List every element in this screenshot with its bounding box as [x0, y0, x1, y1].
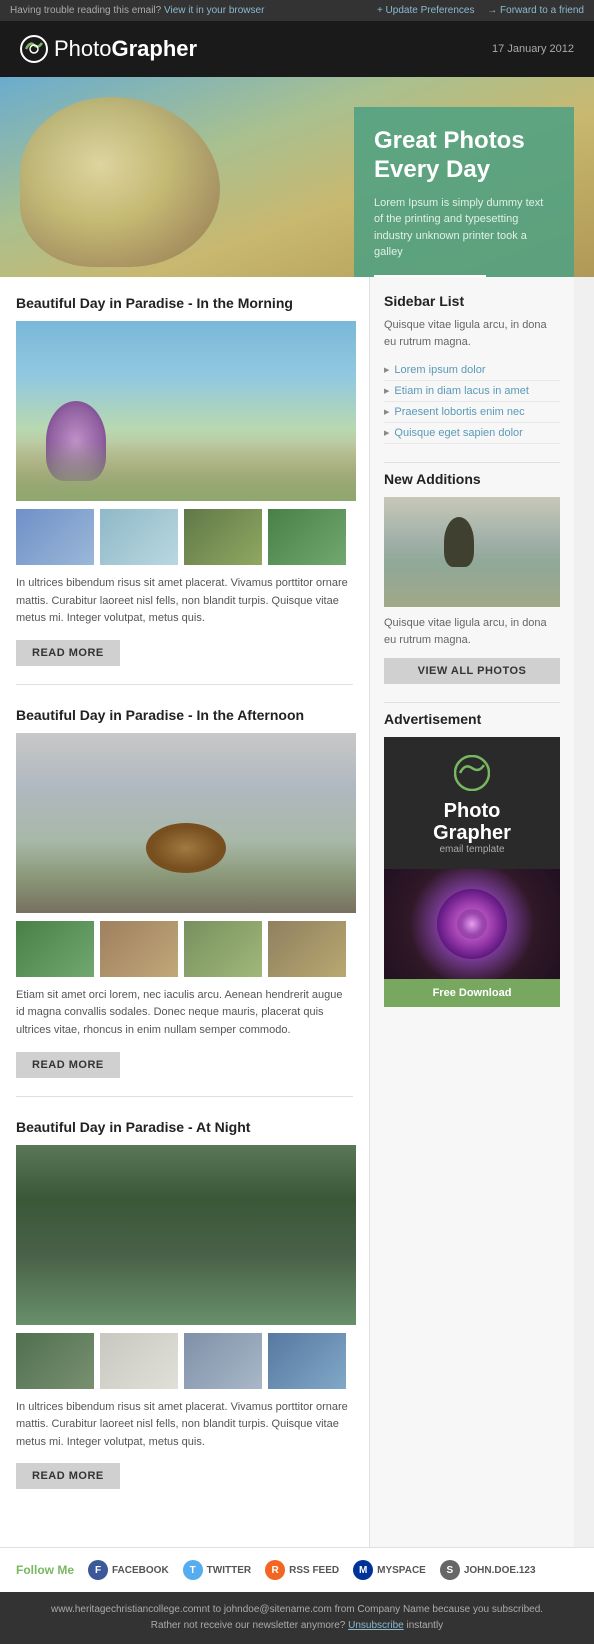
footer-social: Follow Me f FACEBOOK t TWITTER r RSS FEE… [0, 1547, 594, 1592]
thumbnail-11[interactable] [184, 1333, 262, 1389]
thumbnail-6[interactable] [100, 921, 178, 977]
hero-banner: Great Photos Every Day Lorem Ipsum is si… [0, 77, 594, 277]
article-night: Beautiful Day in Paradise - At Night In … [16, 1119, 353, 1508]
content-area: Beautiful Day in Paradise - In the Morni… [0, 277, 594, 1547]
afternoon-photo-image [16, 733, 356, 913]
divider-2 [384, 702, 560, 703]
article-morning-body: In ultrices bibendum risus sit amet plac… [16, 575, 353, 628]
thumbnail-4[interactable] [268, 509, 346, 565]
article-afternoon-thumbnails [16, 921, 353, 977]
logo-icon [20, 35, 48, 63]
social-rss[interactable]: r RSS FEED [265, 1560, 339, 1580]
bottom-bar: www.heritagechristiancollege.comnt to jo… [0, 1592, 594, 1644]
list-item-3[interactable]: Praesent lobortis enim nec [384, 402, 560, 423]
social-facebook[interactable]: f FACEBOOK [88, 1560, 169, 1580]
ad-box: PhotoGrapher email template [384, 737, 560, 869]
myspace-icon: m [353, 1560, 373, 1580]
view-in-browser-link[interactable]: View it in your browser [164, 5, 264, 16]
list-item-4[interactable]: Quisque eget sapien dolor [384, 423, 560, 444]
morning-photo-image [16, 321, 356, 501]
ad-box-subtitle: email template [396, 844, 548, 855]
article-afternoon-main-photo [16, 733, 356, 913]
divider-1 [384, 462, 560, 463]
advertisement-title: Advertisement [384, 711, 560, 727]
sidebar-list: Lorem ipsum dolor Etiam in diam lacus in… [384, 360, 560, 444]
bottom-unsub-prefix: Rather not receive our newsletter anymor… [151, 1620, 346, 1631]
social-twitter[interactable]: t TWITTER [183, 1560, 251, 1580]
ad-logo-icon [454, 755, 490, 791]
ad-free-download-button[interactable]: Free Download [384, 979, 560, 1007]
article-night-body: In ultrices bibendum risus sit amet plac… [16, 1399, 353, 1452]
thumbnail-12[interactable] [268, 1333, 346, 1389]
forward-link[interactable]: → Forward to a friend [487, 5, 584, 16]
bottom-address: www.heritagechristiancollege.com [51, 1604, 202, 1615]
ad-box-title: PhotoGrapher [396, 800, 548, 844]
logo: PhotoGrapher [20, 35, 197, 63]
thumbnail-10[interactable] [100, 1333, 178, 1389]
article-night-thumbnails [16, 1333, 353, 1389]
social-myspace[interactable]: m MYSPACE [353, 1560, 426, 1580]
article-morning-title: Beautiful Day in Paradise - In the Morni… [16, 295, 353, 311]
new-additions-photo [384, 497, 560, 607]
article-afternoon-title: Beautiful Day in Paradise - In the After… [16, 707, 353, 723]
ad-camera-image [384, 869, 560, 979]
main-wrapper: Beautiful Day in Paradise - In the Morni… [0, 277, 594, 1592]
thumbnail-1[interactable] [16, 509, 94, 565]
hero-description: Lorem Ipsum is simply dummy text of the … [374, 195, 554, 261]
header: PhotoGrapher 17 January 2012 [0, 21, 594, 77]
article-night-read-more-button[interactable]: READ More [16, 1463, 120, 1489]
right-column: Sidebar List Quisque vitae ligula arcu, … [370, 277, 574, 1547]
article-morning-read-more-button[interactable]: READ MORE [16, 640, 120, 666]
thumbnail-2[interactable] [100, 509, 178, 565]
sidebar-list-section: Sidebar List Quisque vitae ligula arcu, … [384, 293, 560, 444]
bottom-unsub-suffix: instantly [407, 1620, 444, 1631]
thumbnail-8[interactable] [268, 921, 346, 977]
article-morning-thumbnails [16, 509, 353, 565]
email-social-icon: s [440, 1560, 460, 1580]
new-additions-title: New Additions [384, 471, 560, 487]
trouble-text: Having trouble reading this email? View … [10, 5, 264, 16]
bottom-sent-text: nt to johndoe@sitename.com from Company … [202, 1604, 543, 1615]
thumbnail-3[interactable] [184, 509, 262, 565]
view-all-photos-button[interactable]: VIEW ALL PHOTOS [384, 658, 560, 684]
thumbnail-9[interactable] [16, 1333, 94, 1389]
article-morning-main-photo [16, 321, 356, 501]
social-email[interactable]: s JOHN.DOE.123 [440, 1560, 536, 1580]
article-afternoon-read-more-button[interactable]: READ MORE [16, 1052, 120, 1078]
hero-overlay: Great Photos Every Day Lorem Ipsum is si… [354, 107, 574, 277]
article-afternoon-body: Etiam sit amet orci lorem, nec iaculis a… [16, 987, 353, 1040]
top-bar: Having trouble reading this email? View … [0, 0, 594, 21]
new-additions-section: New Additions Quisque vitae ligula arcu,… [384, 471, 560, 684]
hero-title: Great Photos Every Day [374, 127, 554, 185]
follow-me-label: Follow Me [16, 1563, 74, 1577]
twitter-label: TWITTER [207, 1565, 251, 1576]
hero-read-more-button[interactable]: READ MORE [374, 275, 486, 277]
update-prefs-link[interactable]: + Update Preferences [377, 5, 475, 16]
night-photo-image [16, 1145, 356, 1325]
thumbnail-7[interactable] [184, 921, 262, 977]
header-date: 17 January 2012 [492, 43, 574, 55]
sidebar-list-desc: Quisque vitae ligula arcu, in dona eu ru… [384, 317, 560, 350]
logo-text: PhotoGrapher [54, 36, 197, 62]
facebook-label: FACEBOOK [112, 1565, 169, 1576]
thumbnail-5[interactable] [16, 921, 94, 977]
myspace-label: MYSPACE [377, 1565, 426, 1576]
email-social-label: JOHN.DOE.123 [464, 1565, 536, 1576]
left-column: Beautiful Day in Paradise - In the Morni… [0, 277, 370, 1547]
list-item-1[interactable]: Lorem ipsum dolor [384, 360, 560, 381]
article-night-title: Beautiful Day in Paradise - At Night [16, 1119, 353, 1135]
article-night-main-photo [16, 1145, 356, 1325]
twitter-icon: t [183, 1560, 203, 1580]
rss-label: RSS FEED [289, 1565, 339, 1576]
list-item-2[interactable]: Etiam in diam lacus in amet [384, 381, 560, 402]
new-additions-desc: Quisque vitae ligula arcu, in dona eu ru… [384, 615, 560, 648]
article-afternoon: Beautiful Day in Paradise - In the After… [16, 707, 353, 1097]
article-morning: Beautiful Day in Paradise - In the Morni… [16, 295, 353, 685]
advertisement-section: Advertisement PhotoGrapher email templat… [384, 711, 560, 1007]
unsubscribe-link[interactable]: Unsubscribe [348, 1620, 404, 1631]
top-links: + Update Preferences → Forward to a frie… [377, 5, 584, 16]
facebook-icon: f [88, 1560, 108, 1580]
rss-icon: r [265, 1560, 285, 1580]
sidebar-list-title: Sidebar List [384, 293, 560, 309]
